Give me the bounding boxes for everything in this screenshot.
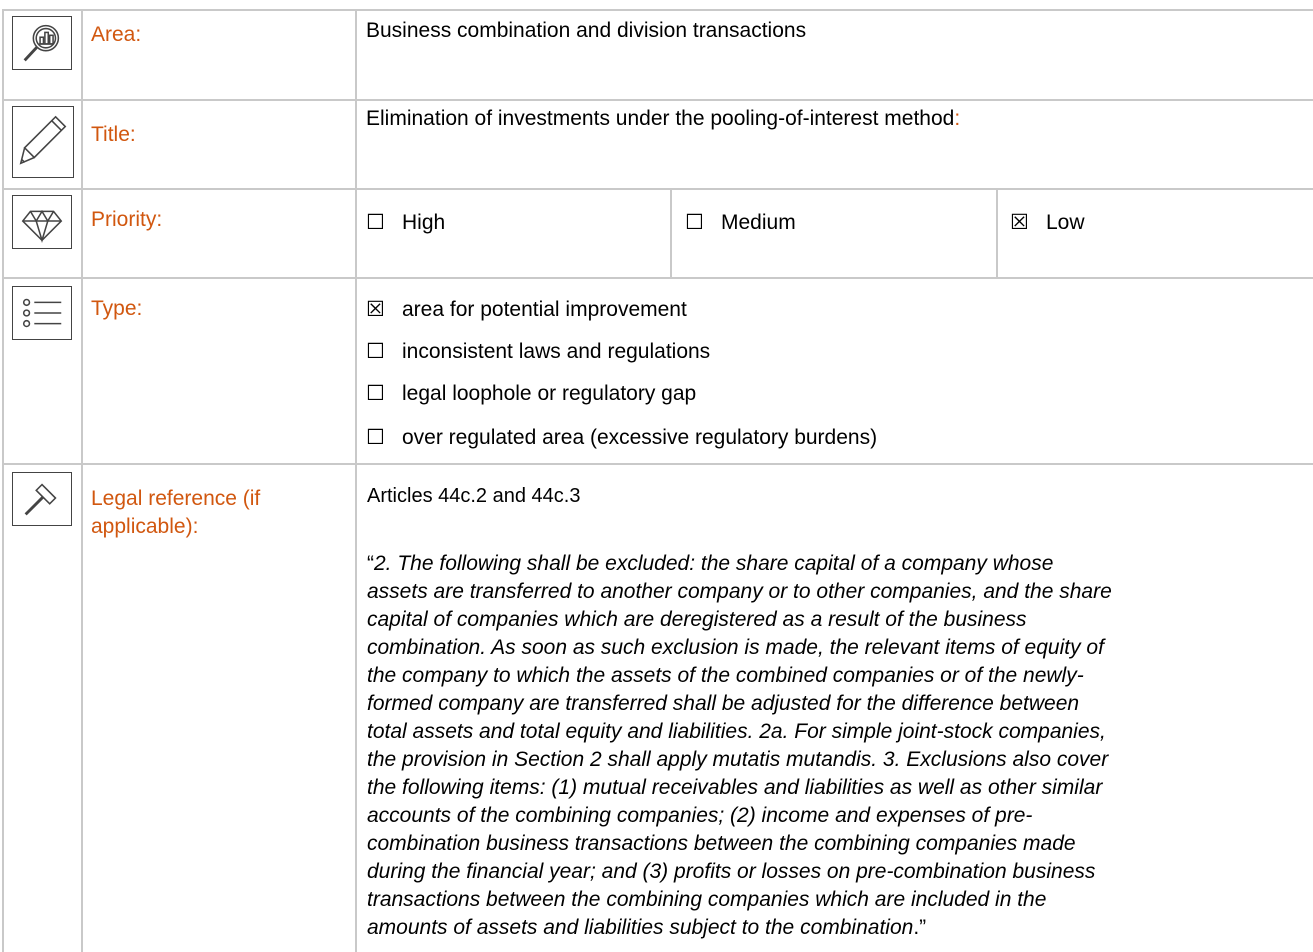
title-value-line: Elimination of investments under the poo… [366,105,960,133]
priority-option-label: High [402,211,446,234]
area-label: Area: [91,23,142,46]
legal-reference-label-line: applicable): [91,515,199,538]
priority-option-low[interactable]: ☒ Low [1010,208,1085,237]
grid-line-priority-2 [996,188,998,277]
legal-reference-label-line: Legal reference (if [91,487,261,510]
priority-option-high[interactable]: ☐ High [366,208,445,237]
grid-line-row2 [2,188,1313,190]
type-option-label: over regulated area (excessive regulator… [402,426,878,449]
gavel-icon [12,472,72,526]
legal-reference-label: Legal reference (if applicable): [91,485,260,541]
type-option-label: area for potential improvement [402,298,687,321]
title-value: Elimination of investments under the poo… [366,107,955,130]
quote-line: amounts of assets and liabilities subjec… [367,916,914,939]
quote-line: combination. As soon as such exclusion i… [367,636,1104,659]
priority-option-label: Low [1046,211,1085,234]
quote-line: the company to which the assets of the c… [367,664,1084,687]
quote-line: formed company are transferred shall be … [367,692,1080,715]
quote-line: 2. The following shall be excluded: the … [374,552,1054,575]
type-label: Type: [91,297,143,320]
title-value-colon: : [954,107,961,130]
quote-line: during the financial year; and (3) profi… [367,860,1096,883]
type-option-label: legal loophole or regulatory gap [402,382,697,405]
title-label: Title: [91,123,136,146]
quote-line: the provision in Section 2 shall apply m… [367,748,1109,771]
priority-option-medium[interactable]: ☐ Medium [685,208,796,237]
legal-articles: Articles 44c.2 and 44c.3 [367,485,581,507]
quote-line: capital of companies which are deregiste… [367,608,1027,631]
diamond-icon [12,195,72,249]
grid-line-priority-1 [670,188,672,277]
checkbox-medium[interactable]: ☐ [685,208,707,236]
quote-close-mark: .” [913,916,927,939]
quote-line: transactions between the combining compa… [367,888,1047,911]
checkbox-improvement[interactable]: ☒ [366,295,388,323]
priority-label: Priority: [91,208,163,231]
quote-open-mark: “ [367,552,374,575]
type-option-loophole[interactable]: ☐ legal loophole or regulatory gap [366,379,696,408]
grid-line-row4 [2,463,1313,465]
type-option-overregulated[interactable]: ☐ over regulated area (excessive regulato… [366,423,877,452]
area-value: Business combination and division transa… [366,19,807,42]
checkbox-inconsistent[interactable]: ☐ [366,337,388,365]
quote-line: accounts of the combining companies; (2)… [367,804,1033,827]
quote-line: the following items: (1) mutual receivab… [367,776,1103,799]
quote-line: total assets and total equity and liabil… [367,720,1106,743]
type-option-inconsistent[interactable]: ☐ inconsistent laws and regulations [366,337,710,366]
grid-line-left [2,9,4,952]
checkbox-loophole[interactable]: ☐ [366,379,388,407]
grid-line-row3 [2,277,1313,279]
checkbox-high[interactable]: ☐ [366,208,388,236]
pencil-icon [12,106,74,178]
checkbox-overregulated[interactable]: ☐ [366,423,388,451]
quote-line: assets are transferred to another compan… [367,580,1112,603]
checkbox-low[interactable]: ☒ [1010,208,1032,236]
legal-quote: “2. The following shall be excluded: the… [367,550,1313,942]
quote-line: combination business transactions betwee… [367,832,1076,855]
list-icon [12,286,72,340]
grid-line-label-col [355,9,357,952]
grid-line-row1 [2,99,1313,101]
magnifier-chart-icon [12,16,72,70]
grid-line-top [2,9,1313,11]
priority-option-label: Medium [721,211,796,234]
grid-line-icon-col [81,9,83,952]
type-option-improvement[interactable]: ☒ area for potential improvement [366,295,687,324]
type-option-label: inconsistent laws and regulations [402,340,711,363]
